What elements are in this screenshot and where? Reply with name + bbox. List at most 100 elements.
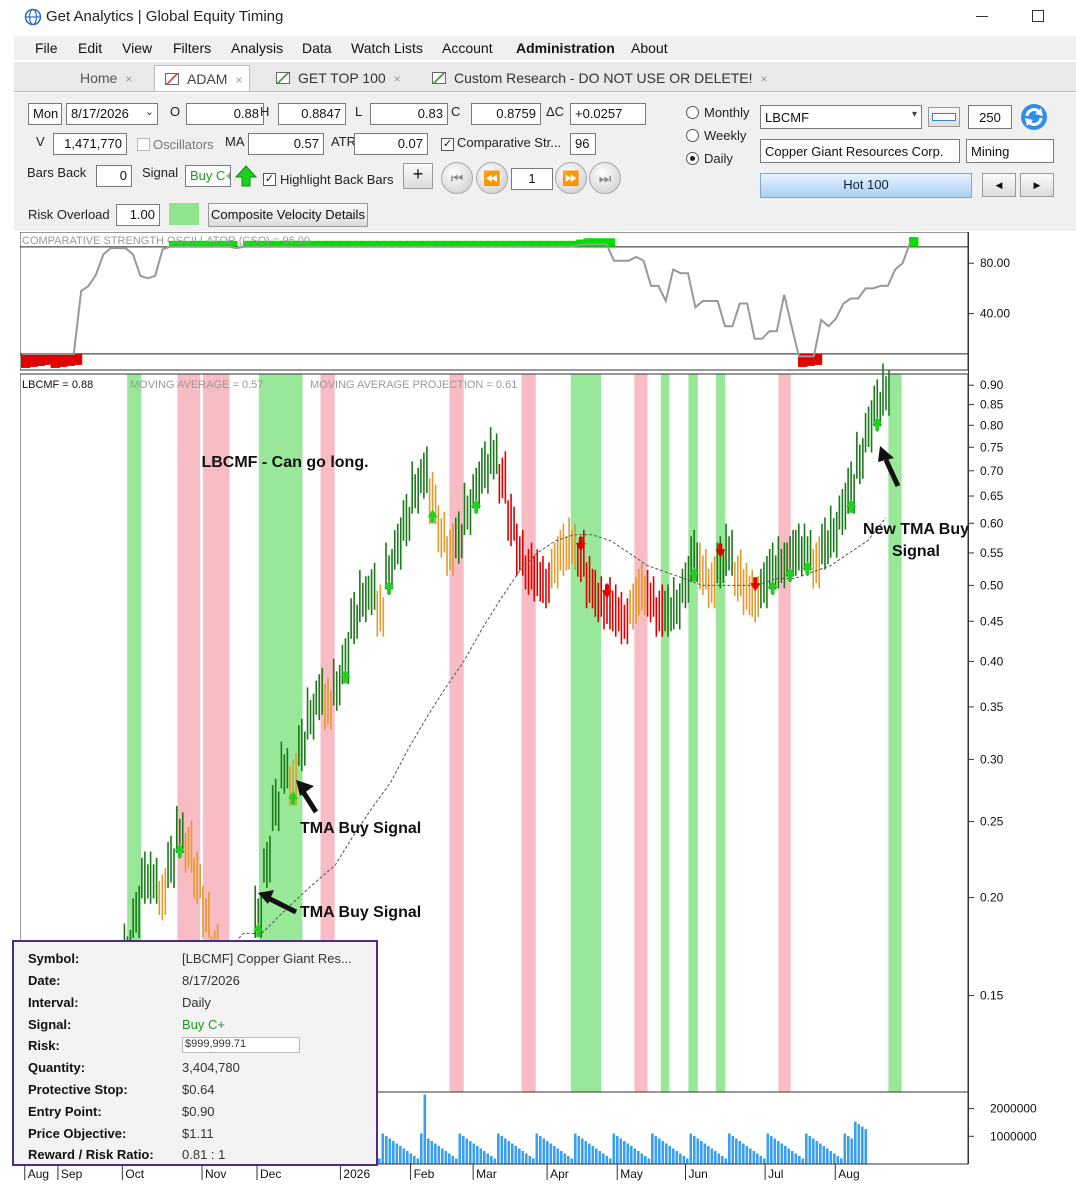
daily-radio[interactable]: [686, 152, 699, 165]
ma-field[interactable]: 0.57: [248, 133, 324, 155]
chart-icon: [165, 73, 179, 85]
last-page-button[interactable]: ⏭: [589, 162, 621, 194]
close-icon[interactable]: ×: [394, 72, 401, 86]
menu-edit[interactable]: Edit: [78, 40, 102, 56]
high-label: H: [260, 104, 270, 119]
close-icon[interactable]: ×: [760, 72, 767, 86]
volume-bar: [535, 1133, 539, 1164]
delta-label: ΔC: [546, 104, 565, 119]
atr-field[interactable]: 0.07: [354, 133, 428, 155]
volume-bar: [644, 1155, 647, 1164]
weekly-radio[interactable]: [686, 129, 699, 142]
date-picker[interactable]: 8/17/2026 ⌄: [66, 103, 158, 125]
date-label: Date:: [28, 973, 61, 988]
delta-field[interactable]: +0.0257: [570, 103, 646, 125]
bars-back-field[interactable]: 0: [96, 165, 132, 187]
volume-bar: [542, 1138, 546, 1164]
tab-home[interactable]: Home ×: [80, 65, 150, 91]
monthly-radio[interactable]: [686, 106, 699, 119]
chevron-down-icon[interactable]: ▾: [912, 109, 917, 120]
maximize-button[interactable]: [1032, 10, 1044, 22]
menu-about[interactable]: About: [631, 40, 668, 56]
risk-info-label: Risk:: [28, 1038, 60, 1053]
low-field[interactable]: 0.83: [370, 103, 448, 125]
close-icon[interactable]: ×: [125, 72, 132, 86]
bar-count-field[interactable]: 250: [968, 105, 1012, 129]
next-page-button[interactable]: ⏩: [555, 162, 587, 194]
menu-watch-lists[interactable]: Watch Lists: [351, 40, 423, 56]
title-bar: Get Analytics | Global Equity Timing: [0, 0, 1076, 34]
comparative-field[interactable]: 96: [570, 133, 596, 155]
x-tick-label: 2026: [343, 1167, 370, 1181]
menu-filters[interactable]: Filters: [173, 40, 211, 56]
volume-bar: [605, 1155, 609, 1164]
volume-bar: [437, 1146, 441, 1164]
annotation-can-go-long: LBCMF - Can go long.: [201, 454, 369, 471]
chevron-down-icon[interactable]: ⌄: [145, 105, 154, 118]
volume-bar: [546, 1141, 549, 1164]
volume-bar: [840, 1158, 843, 1164]
volume-bar: [479, 1148, 483, 1164]
volume-bar: [465, 1138, 469, 1164]
sector-field[interactable]: Mining: [966, 139, 1054, 163]
volume-bar: [780, 1143, 784, 1164]
toggle-button[interactable]: [928, 107, 960, 127]
volume-bar: [609, 1158, 612, 1164]
price-tick-label: 0.15: [980, 989, 1004, 1003]
close-field[interactable]: 0.8759: [471, 103, 541, 125]
x-tick-label: Oct: [125, 1167, 144, 1181]
volume-bar: [518, 1148, 521, 1164]
volume-bar: [574, 1133, 577, 1164]
tab-get-top-100[interactable]: GET TOP 100 ×: [276, 65, 416, 91]
volume-bar: [612, 1133, 616, 1164]
add-button[interactable]: +: [403, 163, 433, 189]
symbol-combobox[interactable]: LBCMF ▾: [760, 105, 922, 129]
comparative-checkbox[interactable]: ✓: [441, 138, 454, 151]
minimize-button[interactable]: [976, 16, 988, 17]
composite-velocity-button[interactable]: Composite Velocity Details: [208, 203, 368, 227]
volume-bar: [854, 1121, 857, 1164]
volume-bar: [707, 1146, 710, 1164]
menu-data[interactable]: Data: [302, 40, 332, 56]
risk-overload-field[interactable]: 1.00: [116, 204, 160, 226]
signal-band: [634, 374, 648, 1092]
company-field[interactable]: Copper Giant Resources Corp.: [760, 139, 960, 163]
close-icon[interactable]: ×: [235, 73, 242, 87]
risk-input[interactable]: $999,999.71: [182, 1037, 300, 1053]
previous-list-button[interactable]: ◀: [982, 173, 1016, 197]
tab-adam[interactable]: ADAM ×: [154, 65, 250, 91]
interval-label: Interval:: [28, 995, 79, 1010]
volume-bar: [696, 1138, 700, 1164]
highlight-back-bars-checkbox[interactable]: ✓: [263, 173, 276, 186]
open-field[interactable]: 0.88: [186, 103, 264, 125]
refresh-icon[interactable]: [1020, 103, 1048, 131]
volume-bar: [455, 1158, 458, 1164]
menu-analysis[interactable]: Analysis: [231, 40, 283, 56]
volume-bar: [441, 1148, 444, 1164]
menu-account[interactable]: Account: [442, 40, 493, 56]
volume-bar: [703, 1143, 707, 1164]
oscillators-checkbox[interactable]: [137, 138, 150, 151]
interval-value: Daily: [182, 995, 211, 1010]
page-field[interactable]: 1: [511, 168, 553, 190]
volume-bar: [672, 1148, 675, 1164]
volume-bar: [602, 1153, 605, 1164]
tab-custom-research[interactable]: Custom Research - DO NOT USE OR DELETE! ×: [432, 65, 772, 91]
high-field[interactable]: 0.8847: [278, 103, 346, 125]
price-tick-label: 0.20: [980, 891, 1004, 905]
menu-file[interactable]: File: [35, 40, 58, 56]
day-field[interactable]: Mon: [28, 103, 62, 125]
risk-overload-label: Risk Overload: [28, 207, 110, 222]
previous-page-button[interactable]: ⏪: [476, 162, 508, 194]
volume-bar: [637, 1150, 640, 1164]
next-list-button[interactable]: ▶: [1020, 173, 1054, 197]
volume-bar: [556, 1148, 560, 1164]
volume-field[interactable]: 1,471,770: [53, 133, 127, 155]
volume-bar: [651, 1133, 654, 1164]
toggle-icon: [932, 113, 956, 121]
menu-administration[interactable]: Administration: [516, 40, 615, 56]
menu-view[interactable]: View: [122, 40, 152, 56]
first-page-button[interactable]: ⏮: [441, 162, 473, 194]
ma-header: MOVING AVERAGE = 0.57: [130, 379, 263, 391]
hot-100-button[interactable]: Hot 100: [760, 173, 972, 198]
